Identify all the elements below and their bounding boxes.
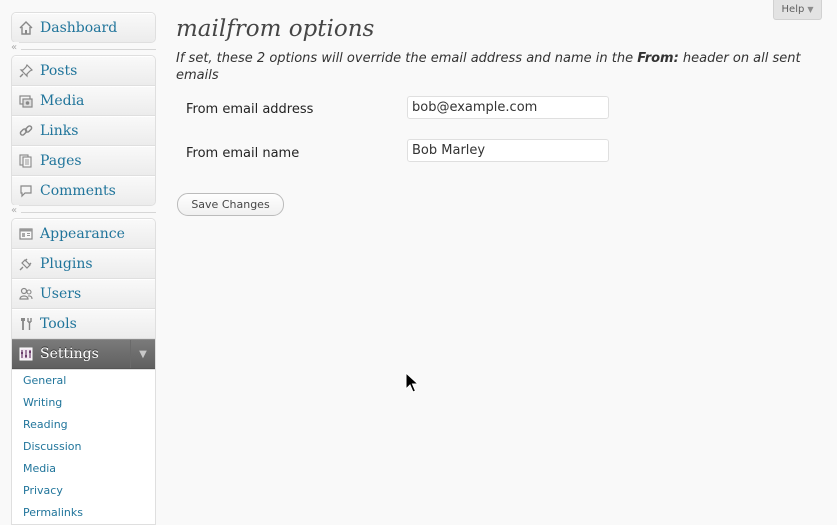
settings-submenu: General Writing Reading Discussion Media… <box>11 370 156 525</box>
submenu-item-permalinks[interactable]: Permalinks <box>12 502 155 524</box>
users-icon <box>18 286 34 302</box>
menu-separator[interactable]: « <box>11 205 156 218</box>
pushpin-icon <box>18 63 34 79</box>
submenu-item-privacy[interactable]: Privacy <box>12 480 155 502</box>
from-email-name-input[interactable] <box>407 139 609 162</box>
chain-link-icon <box>18 123 34 139</box>
mouse-cursor-icon <box>405 371 420 398</box>
menu-label-media: Media <box>40 93 85 109</box>
menu-item-dashboard[interactable]: Dashboard <box>12 13 155 42</box>
submenu-item-general[interactable]: General <box>12 370 155 392</box>
from-email-name-label: From email name <box>186 146 300 161</box>
menu-item-media[interactable]: Media <box>12 86 155 116</box>
menu-item-links[interactable]: Links <box>12 116 155 146</box>
plug-icon <box>18 256 34 272</box>
menu-group-admin: Appearance Plugins Users Tools Settings <box>11 218 156 370</box>
menu-item-plugins[interactable]: Plugins <box>12 249 155 279</box>
appearance-icon <box>18 226 34 242</box>
menu-label-tools: Tools <box>40 316 77 332</box>
settings-icon <box>18 346 34 362</box>
menu-separator[interactable]: « <box>11 42 156 55</box>
help-tab[interactable]: Help ▼ <box>773 0 822 20</box>
menu-item-posts[interactable]: Posts <box>12 56 155 86</box>
pages-icon <box>18 153 34 169</box>
menu-label-settings: Settings <box>40 346 99 362</box>
from-email-address-input[interactable] <box>407 96 609 119</box>
menu-label-plugins: Plugins <box>40 256 93 272</box>
tools-icon <box>18 316 34 332</box>
page-title: mailfrom options <box>176 16 375 42</box>
menu-label-appearance: Appearance <box>40 226 125 242</box>
media-icon <box>18 93 34 109</box>
menu-item-pages[interactable]: Pages <box>12 146 155 176</box>
dashboard-icon <box>18 20 34 36</box>
submenu-item-writing[interactable]: Writing <box>12 392 155 414</box>
save-changes-button[interactable]: Save Changes <box>177 193 284 216</box>
submenu-item-reading[interactable]: Reading <box>12 414 155 436</box>
menu-label-pages: Pages <box>40 153 82 169</box>
menu-item-tools[interactable]: Tools <box>12 309 155 339</box>
chevron-down-icon: ▼ <box>807 5 814 14</box>
submenu-item-media[interactable]: Media <box>12 458 155 480</box>
page-description: If set, these 2 options will override th… <box>176 50 816 84</box>
collapse-arrow-icon[interactable]: « <box>11 205 20 217</box>
from-email-address-label: From email address <box>186 102 314 117</box>
submenu-item-discussion[interactable]: Discussion <box>12 436 155 458</box>
description-text: If set, these 2 options will override th… <box>176 51 638 66</box>
collapse-arrow-icon[interactable]: « <box>11 42 20 54</box>
menu-item-users[interactable]: Users <box>12 279 155 309</box>
speech-bubble-icon <box>18 183 34 199</box>
menu-item-comments[interactable]: Comments <box>12 176 155 205</box>
menu-item-appearance[interactable]: Appearance <box>12 219 155 249</box>
menu-label-users: Users <box>40 286 82 302</box>
help-label: Help <box>781 4 805 15</box>
menu-group-dashboard: Dashboard <box>11 12 156 43</box>
menu-group-content: Posts Media Links Pages Comments <box>11 55 156 206</box>
menu-label-dashboard: Dashboard <box>40 20 118 36</box>
menu-item-settings[interactable]: Settings ▼ <box>12 339 155 369</box>
submenu-toggle-icon[interactable]: ▼ <box>130 340 155 368</box>
admin-sidebar-menu: Dashboard « Posts Media Links Pages Comm… <box>11 12 156 525</box>
description-bold: From: <box>637 51 679 66</box>
menu-label-links: Links <box>40 123 79 139</box>
menu-label-comments: Comments <box>40 183 116 199</box>
menu-label-posts: Posts <box>40 63 78 79</box>
